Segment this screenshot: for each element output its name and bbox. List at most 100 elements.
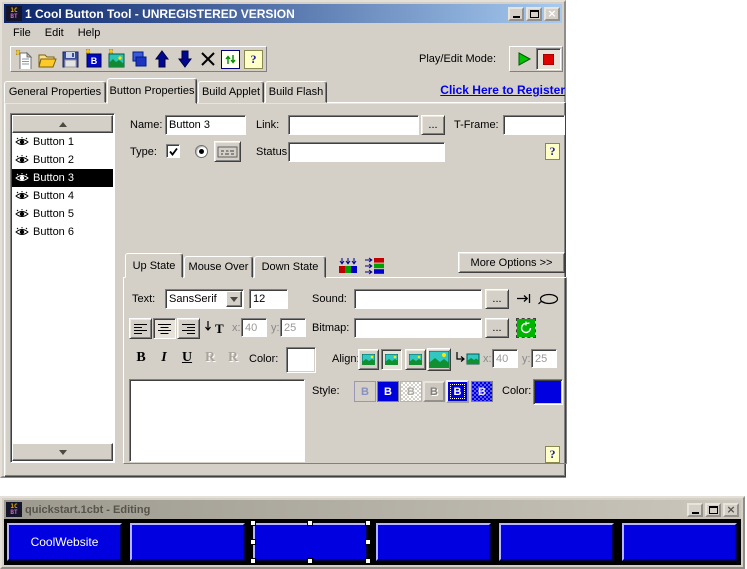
- button-text-area[interactable]: [129, 379, 305, 462]
- font-select[interactable]: SansSerif: [165, 289, 244, 309]
- selection-handle[interactable]: [365, 558, 371, 564]
- style-flat-button[interactable]: B: [354, 381, 376, 402]
- link-input[interactable]: [288, 115, 419, 135]
- close-button[interactable]: ×: [544, 6, 560, 21]
- selection-handle[interactable]: [365, 539, 371, 545]
- style-dither-blue-button[interactable]: B: [471, 381, 493, 402]
- selection-handle[interactable]: [250, 539, 256, 545]
- maximize-button[interactable]: [526, 6, 542, 21]
- type-pushbutton-button[interactable]: [214, 141, 241, 162]
- move-down-button[interactable]: [173, 48, 196, 70]
- delete-button[interactable]: [196, 48, 219, 70]
- minimize-button[interactable]: [508, 6, 524, 21]
- preview-button-6[interactable]: [622, 523, 737, 561]
- type-radio[interactable]: [195, 145, 208, 158]
- minimize-button[interactable]: [687, 502, 703, 517]
- selection-handle[interactable]: [365, 520, 371, 526]
- style-dither-light-button[interactable]: B: [400, 381, 422, 402]
- tab-build-applet[interactable]: Build Applet: [198, 81, 264, 103]
- text-align-center-button[interactable]: [153, 318, 176, 339]
- new-file-button[interactable]: [12, 48, 35, 70]
- text-position-button[interactable]: T: [204, 320, 226, 336]
- style-color-swatch[interactable]: [533, 379, 563, 405]
- text-color-swatch[interactable]: [286, 347, 316, 373]
- text-align-right-button[interactable]: [177, 318, 200, 339]
- main-titlebar[interactable]: 1C BT 1 Cool Button Tool - UNREGISTERED …: [4, 4, 562, 23]
- list-item-button6[interactable]: Button 6: [12, 223, 113, 241]
- bitmap-align-right-button[interactable]: [405, 349, 426, 370]
- editor-titlebar[interactable]: 1C BT quickstart.1cbt - Editing ×: [4, 500, 741, 519]
- list-item-button5[interactable]: Button 5: [12, 205, 113, 223]
- font-select-arrow-button[interactable]: [226, 291, 242, 307]
- sound-input[interactable]: [354, 289, 482, 309]
- preview-button[interactable]: [219, 48, 242, 70]
- stop-button[interactable]: [536, 48, 561, 70]
- relief-a-button[interactable]: R: [200, 349, 220, 367]
- type-checkbox[interactable]: [166, 144, 180, 158]
- copy-state-down-button[interactable]: [337, 257, 359, 275]
- bitmap-align-left-button[interactable]: [358, 349, 379, 370]
- selection-handle[interactable]: [250, 558, 256, 564]
- tab-mouse-over[interactable]: Mouse Over: [184, 256, 253, 278]
- menu-help[interactable]: Help: [71, 25, 108, 41]
- add-image-button[interactable]: [104, 48, 127, 70]
- bitmap-browse-button[interactable]: ...: [485, 318, 509, 338]
- style-solid-button[interactable]: B: [377, 381, 399, 402]
- sound-browse-button[interactable]: ...: [485, 289, 509, 309]
- text-align-left-button[interactable]: [129, 318, 152, 339]
- list-scroll-up-button[interactable]: [12, 115, 113, 133]
- name-input[interactable]: [165, 115, 246, 135]
- tab-down-state[interactable]: Down State: [254, 256, 326, 278]
- list-scroll-down-button[interactable]: [12, 443, 113, 461]
- relief-b-button[interactable]: R: [223, 349, 243, 367]
- duplicate-button-button[interactable]: [127, 48, 150, 70]
- toolbar-help-button[interactable]: ?: [242, 48, 265, 70]
- list-item-button4[interactable]: Button 4: [12, 187, 113, 205]
- selection-handle[interactable]: [250, 520, 256, 526]
- move-up-button[interactable]: [150, 48, 173, 70]
- play-button[interactable]: [511, 48, 536, 70]
- tab-build-flash[interactable]: Build Flash: [265, 81, 327, 103]
- selection-handle[interactable]: [307, 520, 313, 526]
- link-browse-button[interactable]: ...: [421, 115, 445, 135]
- bitmap-stretch-button[interactable]: [427, 348, 451, 371]
- list-item-button3-selected[interactable]: Button 3: [12, 169, 113, 187]
- state-help-button[interactable]: ?: [545, 446, 560, 463]
- form-help-button[interactable]: ?: [545, 143, 560, 160]
- tab-button-properties[interactable]: Button Properties: [107, 78, 197, 104]
- open-file-button[interactable]: [35, 48, 58, 70]
- preview-button-2[interactable]: [130, 523, 245, 561]
- add-button-button[interactable]: B: [81, 48, 104, 70]
- style-embossed-button[interactable]: B: [423, 381, 445, 402]
- save-button[interactable]: [58, 48, 81, 70]
- sound-play-once-button[interactable]: [516, 292, 533, 305]
- list-item-button1[interactable]: Button 1: [12, 133, 113, 151]
- style-selected-button[interactable]: B: [446, 380, 469, 403]
- bitmap-align-center-button[interactable]: [381, 349, 402, 370]
- copy-state-across-button[interactable]: [364, 257, 386, 275]
- tframe-input[interactable]: [503, 115, 565, 135]
- bitmap-input[interactable]: [354, 318, 482, 338]
- underline-button[interactable]: U: [177, 349, 197, 367]
- font-size-input[interactable]: [249, 289, 288, 309]
- more-options-button[interactable]: More Options >>: [458, 252, 565, 273]
- sound-loop-button[interactable]: [538, 293, 559, 306]
- italic-button[interactable]: I: [154, 349, 174, 367]
- bold-button[interactable]: B: [131, 349, 151, 367]
- menu-file[interactable]: File: [6, 25, 38, 41]
- preview-button-5[interactable]: [499, 523, 614, 561]
- preview-button-3-selected[interactable]: [253, 523, 368, 561]
- preview-button-4[interactable]: [376, 523, 491, 561]
- status-input[interactable]: [288, 142, 445, 162]
- menu-edit[interactable]: Edit: [38, 25, 71, 41]
- bitmap-wrap-button[interactable]: [454, 351, 480, 366]
- register-link[interactable]: Click Here to Register: [399, 83, 565, 97]
- list-item-button2[interactable]: Button 2: [12, 151, 113, 169]
- bitmap-rotate-button[interactable]: [516, 318, 536, 338]
- tab-up-state[interactable]: Up State: [125, 253, 183, 278]
- tab-general-properties[interactable]: General Properties: [4, 81, 106, 103]
- close-button[interactable]: ×: [723, 502, 739, 517]
- preview-button-1[interactable]: CoolWebsite: [7, 523, 122, 561]
- selection-handle[interactable]: [307, 558, 313, 564]
- maximize-button[interactable]: [705, 502, 721, 517]
